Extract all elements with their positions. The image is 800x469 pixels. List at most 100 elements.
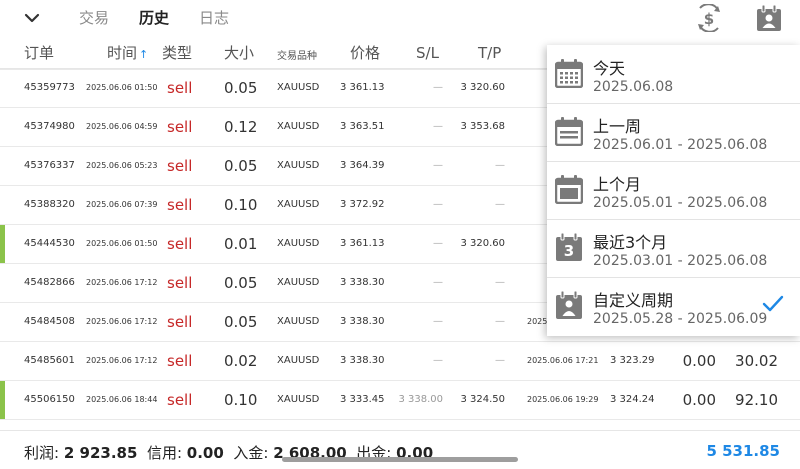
- open-time-cell: 2025.06.06 05:23: [86, 161, 158, 170]
- size-cell: 0.05: [224, 157, 258, 175]
- tp-cell: 3 353.68: [460, 121, 505, 132]
- price-cell: 3 372.92: [340, 199, 385, 210]
- symbol-cell: XAUUSD: [277, 199, 320, 210]
- sl-cell: —: [433, 277, 443, 288]
- header-tp[interactable]: T/P: [478, 44, 501, 62]
- open-time-cell: 2025.06.06 04:59: [86, 122, 158, 131]
- type-cell: sell: [167, 79, 193, 97]
- header-price[interactable]: 价格: [350, 44, 380, 62]
- period-option-range: 2025.06.01 - 2025.06.08: [593, 137, 768, 153]
- tp-cell: 3 320.60: [460, 82, 505, 93]
- type-cell: sell: [167, 157, 193, 175]
- tab-journal[interactable]: 日志: [199, 9, 229, 27]
- sl-cell: —: [433, 121, 443, 132]
- header-time-label: 时间: [107, 44, 138, 62]
- calendar-3-months-icon: 3: [556, 232, 582, 261]
- period-option[interactable]: 上个月 2025.05.01 - 2025.06.08: [547, 161, 800, 220]
- type-cell: sell: [167, 391, 193, 409]
- price-cell: 3 333.45: [340, 394, 385, 405]
- period-option-range: 2025.05.28 - 2025.06.09: [593, 311, 768, 327]
- tp-cell: —: [495, 199, 505, 210]
- currency-exchange-icon[interactable]: $: [694, 4, 724, 32]
- price-cell: 3 364.39: [340, 160, 385, 171]
- row-marker: [0, 381, 5, 419]
- svg-text:$: $: [704, 10, 714, 28]
- period-option-title: 最近3个月: [593, 233, 668, 252]
- home-indicator[interactable]: [282, 457, 518, 462]
- credit-label: 信用:: [146, 444, 182, 462]
- symbol-cell: XAUUSD: [277, 82, 320, 93]
- open-time-cell: 2025.06.06 01:50: [86, 83, 158, 92]
- period-option-range: 2025.05.01 - 2025.06.08: [593, 195, 768, 211]
- commission-cell: 0.00: [682, 391, 716, 409]
- symbol-cell: XAUUSD: [277, 121, 320, 132]
- type-cell: sell: [167, 352, 193, 370]
- header-size[interactable]: 大小: [224, 44, 254, 62]
- header-sl[interactable]: S/L: [416, 44, 439, 62]
- deposit-label: 入金:: [233, 444, 269, 462]
- type-cell: sell: [167, 196, 193, 214]
- calendar-week-icon: [555, 117, 583, 146]
- tab-trade[interactable]: 交易: [79, 9, 109, 27]
- period-option-title: 上一周: [593, 117, 642, 136]
- period-option[interactable]: 自定义周期 2025.05.28 - 2025.06.09: [547, 277, 800, 335]
- tab-history[interactable]: 历史: [139, 9, 169, 27]
- price-cell: 3 361.13: [340, 238, 385, 249]
- header-symbol[interactable]: 交易品种: [277, 48, 317, 66]
- size-cell: 0.02: [224, 352, 258, 370]
- order-cell: 45482866: [24, 277, 75, 288]
- header-order[interactable]: 订单: [24, 44, 54, 62]
- period-option[interactable]: 上一周 2025.06.01 - 2025.06.08: [547, 103, 800, 162]
- row-marker: [0, 225, 5, 263]
- period-option[interactable]: 今天 2025.06.08: [547, 45, 800, 104]
- sl-cell: —: [433, 238, 443, 249]
- top-bar: 交易 历史 日志 $: [0, 0, 800, 36]
- close-time-cell: 2025.06.06 17:21: [527, 356, 599, 365]
- header-type[interactable]: 类型: [162, 44, 192, 62]
- period-option[interactable]: 3 最近3个月 2025.03.01 - 2025.06.08: [547, 219, 800, 278]
- tp-cell: —: [495, 355, 505, 366]
- sl-cell: 3 338.00: [398, 394, 443, 405]
- size-cell: 0.12: [224, 118, 258, 136]
- sort-ascending-icon: ↑: [139, 48, 149, 61]
- price-cell: 3 338.30: [340, 316, 385, 327]
- profit-cell: 30.02: [735, 352, 778, 370]
- tp-cell: 3 324.50: [460, 394, 505, 405]
- symbol-cell: XAUUSD: [277, 277, 320, 288]
- tp-cell: 3 320.60: [460, 238, 505, 249]
- tp-cell: —: [495, 316, 505, 327]
- size-cell: 0.01: [224, 235, 258, 253]
- sl-cell: —: [433, 355, 443, 366]
- price-cell: 3 361.13: [340, 82, 385, 93]
- table-row[interactable]: 45506150 2025.06.06 18:44 sell 0.10 XAUUSD 3 …: [0, 381, 800, 420]
- svg-text:3: 3: [564, 242, 574, 260]
- calendar-person-icon[interactable]: [755, 4, 783, 32]
- symbol-cell: XAUUSD: [277, 355, 320, 366]
- symbol-cell: XAUUSD: [277, 160, 320, 171]
- open-time-cell: 2025.06.06 01:50: [86, 239, 158, 248]
- open-time-cell: 2025.06.06 07:39: [86, 200, 158, 209]
- table-row[interactable]: 45485601 2025.06.06 17:12 sell 0.02 XAUUSD 3 …: [0, 342, 800, 381]
- size-cell: 0.10: [224, 391, 258, 409]
- commission-cell: 0.00: [682, 352, 716, 370]
- period-dropdown: 今天 2025.06.08 上一周 2025.06.01 - 2025.06.08 上个…: [547, 45, 800, 336]
- symbol-cell: XAUUSD: [277, 238, 320, 249]
- open-time-cell: 2025.06.06 17:12: [86, 317, 158, 326]
- profit-label: 利润:: [24, 444, 60, 462]
- period-option-title: 自定义周期: [593, 291, 674, 310]
- close-price-cell: 3 323.29: [610, 355, 655, 366]
- type-cell: sell: [167, 274, 193, 292]
- chevron-down-icon[interactable]: [22, 8, 42, 28]
- order-cell: 45484508: [24, 316, 75, 327]
- size-cell: 0.05: [224, 313, 258, 331]
- header-time[interactable]: 时间 ↑: [107, 44, 148, 64]
- sl-cell: —: [433, 160, 443, 171]
- order-cell: 45388320: [24, 199, 75, 210]
- order-cell: 45374980: [24, 121, 75, 132]
- sl-cell: —: [433, 316, 443, 327]
- credit-value: 0.00: [186, 444, 224, 462]
- open-time-cell: 2025.06.06 17:12: [86, 356, 158, 365]
- type-cell: sell: [167, 235, 193, 253]
- tp-cell: —: [495, 160, 505, 171]
- calendar-month-icon: [555, 175, 583, 204]
